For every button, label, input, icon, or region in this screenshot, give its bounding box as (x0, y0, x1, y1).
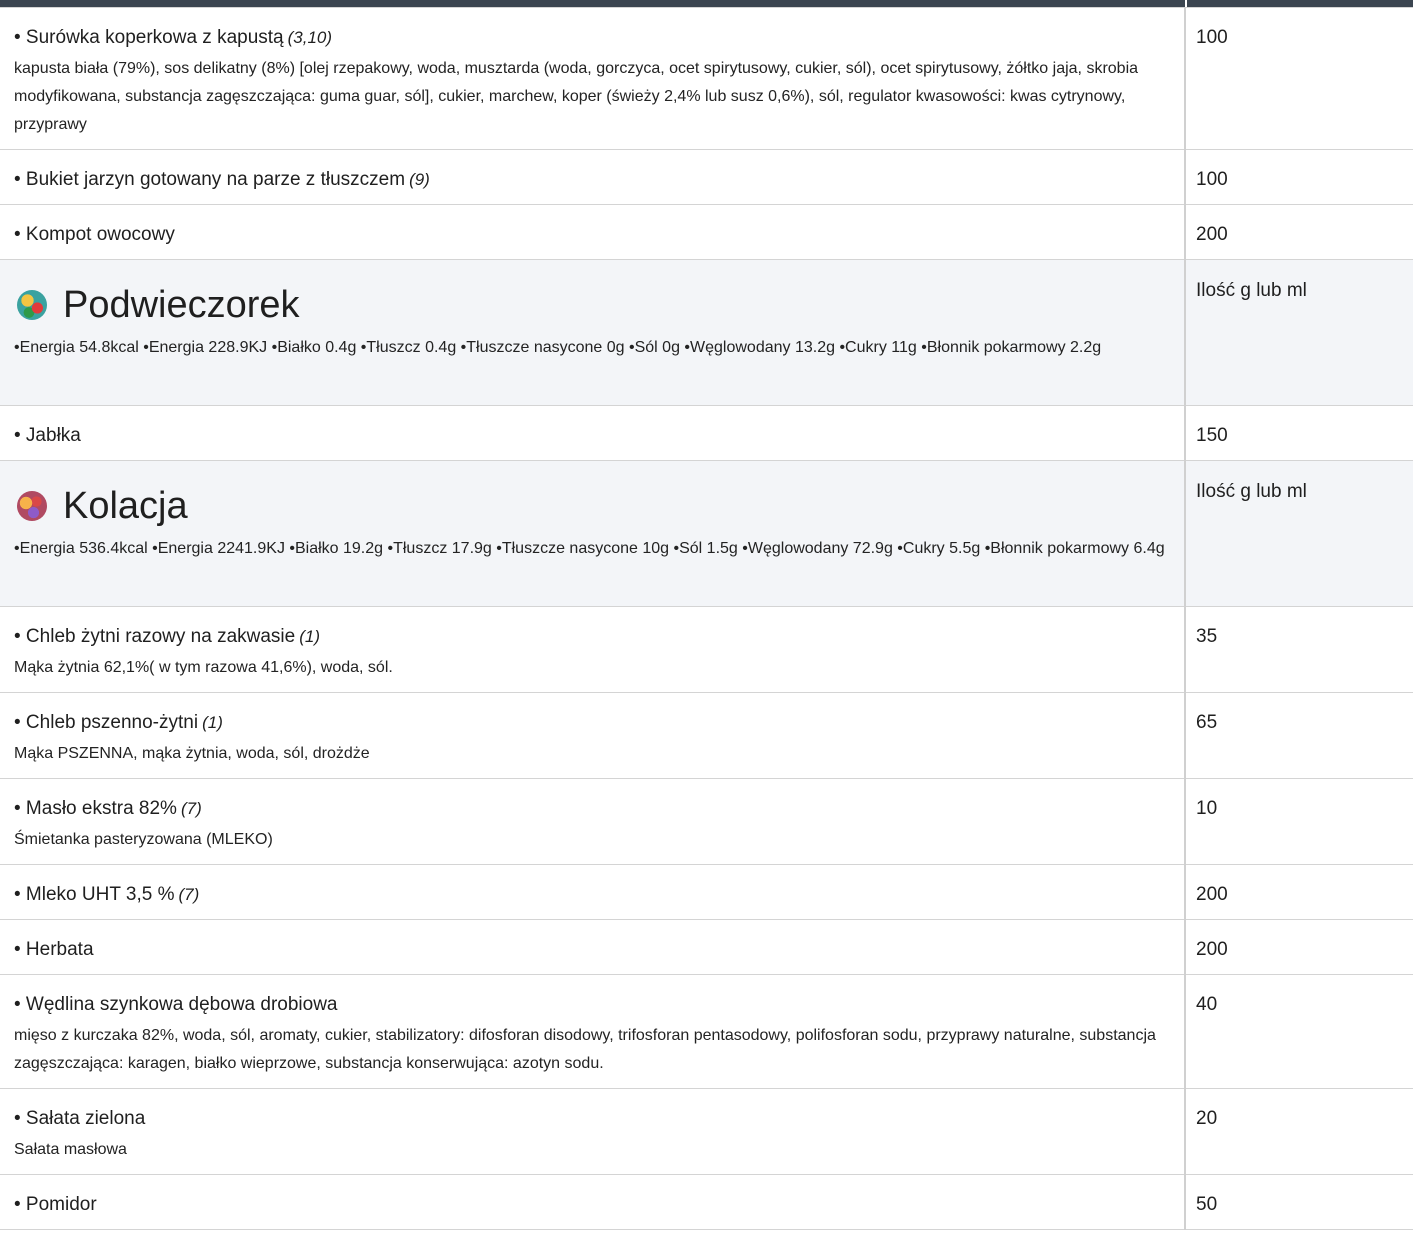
item-name: • Chleb pszenno-żytni (1) (14, 712, 223, 733)
item-cell: • Wędlina szynkowa dębowa drobiowa mięso… (0, 974, 1186, 1089)
item-name: • Chleb żytni razowy na zakwasie (1) (14, 626, 320, 647)
ingredients-text: Śmietanka pasteryzowana (MLEKO) (14, 831, 273, 848)
column-separator (1185, 0, 1187, 7)
item-cell: • Jabłka (0, 405, 1186, 461)
quantity-cell: 65 (1184, 692, 1413, 779)
allergen-codes: (1) (202, 713, 223, 732)
item-name: • Bukiet jarzyn gotowany na parze z tłus… (14, 169, 430, 190)
table-row: • Mleko UHT 3,5 % (7) 200 (0, 864, 1413, 920)
quantity-header: Ilość g lub ml (1184, 259, 1413, 406)
table-row: • Wędlina szynkowa dębowa drobiowa mięso… (0, 974, 1413, 1089)
table-row: • Jabłka 150 (0, 405, 1413, 461)
table-row: • Bukiet jarzyn gotowany na parze z tłus… (0, 149, 1413, 205)
allergen-codes: (1) (299, 627, 320, 646)
section-title: Kolacja (63, 485, 188, 527)
quantity-header: Ilość g lub ml (1184, 460, 1413, 607)
allergen-codes: (3,10) (287, 28, 333, 47)
item-name: • Pomidor (14, 1194, 97, 1215)
item-cell: • Pomidor (0, 1174, 1186, 1230)
section-cell: Podwieczorek •Energia 54.8kcal •Energia … (0, 259, 1186, 406)
table-row: • Chleb pszenno-żytni (1) Mąka PSZENNA, m… (0, 692, 1413, 779)
item-name: • Jabłka (14, 425, 81, 446)
item-cell: • Herbata (0, 919, 1186, 975)
item-name: • Masło ekstra 82% (7) (14, 798, 202, 819)
item-name: • Mleko UHT 3,5 % (7) (14, 884, 200, 905)
ingredients-text: mięso z kurczaka 82%, woda, sól, aromaty… (14, 1027, 1156, 1072)
menu-table: • Surówka koperkowa z kapustą (3,10) kapu… (0, 7, 1413, 1230)
nutrition-summary: •Energia 54.8kcal •Energia 228.9KJ •Biał… (14, 339, 1102, 356)
quantity-cell: 150 (1184, 405, 1413, 461)
table-header-bar (0, 0, 1413, 7)
quantity-cell: 10 (1184, 778, 1413, 865)
table-row: • Sałata zielona Sałata masłowa 20 (0, 1088, 1413, 1175)
item-cell: • Bukiet jarzyn gotowany na parze z tłus… (0, 149, 1186, 205)
item-name: • Sałata zielona (14, 1108, 146, 1129)
allergen-codes: (9) (409, 170, 430, 189)
section-header-supper: Kolacja •Energia 536.4kcal •Energia 2241… (0, 460, 1413, 607)
quantity-cell: 200 (1184, 864, 1413, 920)
table-row: • Surówka koperkowa z kapustą (3,10) kapu… (0, 7, 1413, 150)
ingredients-text: Mąka PSZENNA, mąka żytnia, woda, sól, dr… (14, 745, 370, 762)
table-row: • Chleb żytni razowy na zakwasie (1) Mąka… (0, 606, 1413, 693)
ingredients-text: Sałata masłowa (14, 1141, 127, 1158)
section-header-snack: Podwieczorek •Energia 54.8kcal •Energia … (0, 259, 1413, 406)
item-name: • Wędlina szynkowa dębowa drobiowa (14, 994, 338, 1015)
allergen-codes: (7) (180, 799, 202, 818)
table-row: • Masło ekstra 82% (7) Śmietanka pasteryz… (0, 778, 1413, 865)
ingredients-text: Mąka żytnia 62,1%( w tym razowa 41,6%), … (14, 659, 393, 676)
quantity-cell: 100 (1184, 149, 1413, 205)
table-row: • Kompot owocowy 200 (0, 204, 1413, 260)
item-name: • Surówka koperkowa z kapustą (3,10) (14, 27, 333, 48)
fruit-bowl-icon (17, 290, 47, 320)
allergen-codes: (7) (178, 885, 200, 904)
item-cell: • Kompot owocowy (0, 204, 1186, 260)
item-cell: • Masło ekstra 82% (7) Śmietanka pasteryz… (0, 778, 1186, 865)
quantity-cell: 50 (1184, 1174, 1413, 1230)
quantity-cell: 100 (1184, 7, 1413, 150)
section-title: Podwieczorek (63, 284, 300, 326)
quantity-cell: 35 (1184, 606, 1413, 693)
table-row: • Pomidor 50 (0, 1174, 1413, 1230)
ingredients-text: kapusta biała (79%), sos delikatny (8%) … (14, 60, 1139, 133)
item-cell: • Sałata zielona Sałata masłowa (0, 1088, 1186, 1175)
section-cell: Kolacja •Energia 536.4kcal •Energia 2241… (0, 460, 1186, 607)
item-cell: • Chleb żytni razowy na zakwasie (1) Mąka… (0, 606, 1186, 693)
quantity-cell: 40 (1184, 974, 1413, 1089)
quantity-cell: 200 (1184, 204, 1413, 260)
quantity-cell: 200 (1184, 919, 1413, 975)
item-name: • Herbata (14, 939, 94, 960)
dinner-plate-icon (17, 491, 47, 521)
nutrition-summary: •Energia 536.4kcal •Energia 2241.9KJ •Bi… (14, 540, 1165, 557)
table-row: • Herbata 200 (0, 919, 1413, 975)
item-name: • Kompot owocowy (14, 224, 175, 245)
quantity-cell: 20 (1184, 1088, 1413, 1175)
item-cell: • Mleko UHT 3,5 % (7) (0, 864, 1186, 920)
item-cell: • Surówka koperkowa z kapustą (3,10) kapu… (0, 7, 1186, 150)
item-cell: • Chleb pszenno-żytni (1) Mąka PSZENNA, m… (0, 692, 1186, 779)
